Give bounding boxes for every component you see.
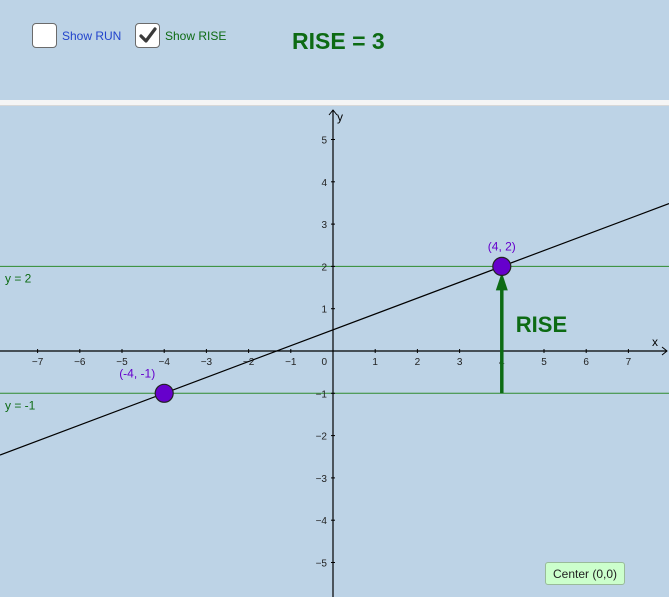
x-tick-label: −7 bbox=[32, 357, 44, 368]
x-tick-label: −6 bbox=[74, 357, 86, 368]
x-tick-label: 2 bbox=[415, 357, 421, 368]
x-tick-label: 3 bbox=[457, 357, 463, 368]
x-tick-label: 1 bbox=[372, 357, 378, 368]
point-0[interactable] bbox=[154, 383, 174, 403]
y-tick-label: 4 bbox=[321, 178, 327, 189]
show-rise-checkbox[interactable] bbox=[135, 23, 160, 48]
y-tick-label: −2 bbox=[316, 432, 328, 443]
y-tick-label: 2 bbox=[321, 262, 327, 273]
x-tick-label: −4 bbox=[158, 357, 170, 368]
x-tick-label: 6 bbox=[583, 357, 589, 368]
point-label-1: (4, 2) bbox=[488, 239, 516, 253]
show-run-checkbox[interactable] bbox=[32, 23, 57, 48]
x-tick-label: −3 bbox=[201, 357, 213, 368]
y-tick-label: −5 bbox=[316, 559, 328, 570]
y-tick-label: 5 bbox=[321, 136, 327, 147]
x-tick-label: −1 bbox=[285, 357, 297, 368]
x-axis-label: x bbox=[652, 335, 658, 349]
rise-readout: RISE = 3 bbox=[292, 28, 385, 54]
y-tick-label: 1 bbox=[321, 305, 327, 316]
checkmark-icon bbox=[139, 27, 157, 43]
y-tick-label: −4 bbox=[316, 516, 328, 527]
y-tick-label: −1 bbox=[316, 389, 328, 400]
point-label-0: (-4, -1) bbox=[119, 366, 155, 380]
x-tick-label: 7 bbox=[626, 357, 632, 368]
show-rise-label[interactable]: Show RISE bbox=[165, 29, 226, 43]
toolbar: Show RUN Show RISE RISE = 3 bbox=[0, 0, 669, 100]
x-tick-label: 5 bbox=[541, 357, 547, 368]
y-tick-label: −3 bbox=[316, 474, 328, 485]
horizontal-line-label-1: y = -1 bbox=[5, 398, 36, 412]
center-button[interactable]: Center (0,0) bbox=[545, 562, 625, 585]
show-run-label[interactable]: Show RUN bbox=[62, 29, 121, 43]
y-tick-label: 3 bbox=[321, 220, 327, 231]
point-1[interactable] bbox=[492, 256, 512, 276]
y-axis-label: y bbox=[337, 110, 343, 124]
graph-canvas[interactable]: y = 2y = -1xy−7−6−5−4−3−2−11234567−5−4−3… bbox=[0, 106, 669, 597]
origin-label: 0 bbox=[321, 357, 327, 368]
linear-function-line bbox=[0, 202, 669, 456]
horizontal-line-label-0: y = 2 bbox=[5, 271, 32, 285]
rise-label: RISE bbox=[516, 312, 567, 337]
